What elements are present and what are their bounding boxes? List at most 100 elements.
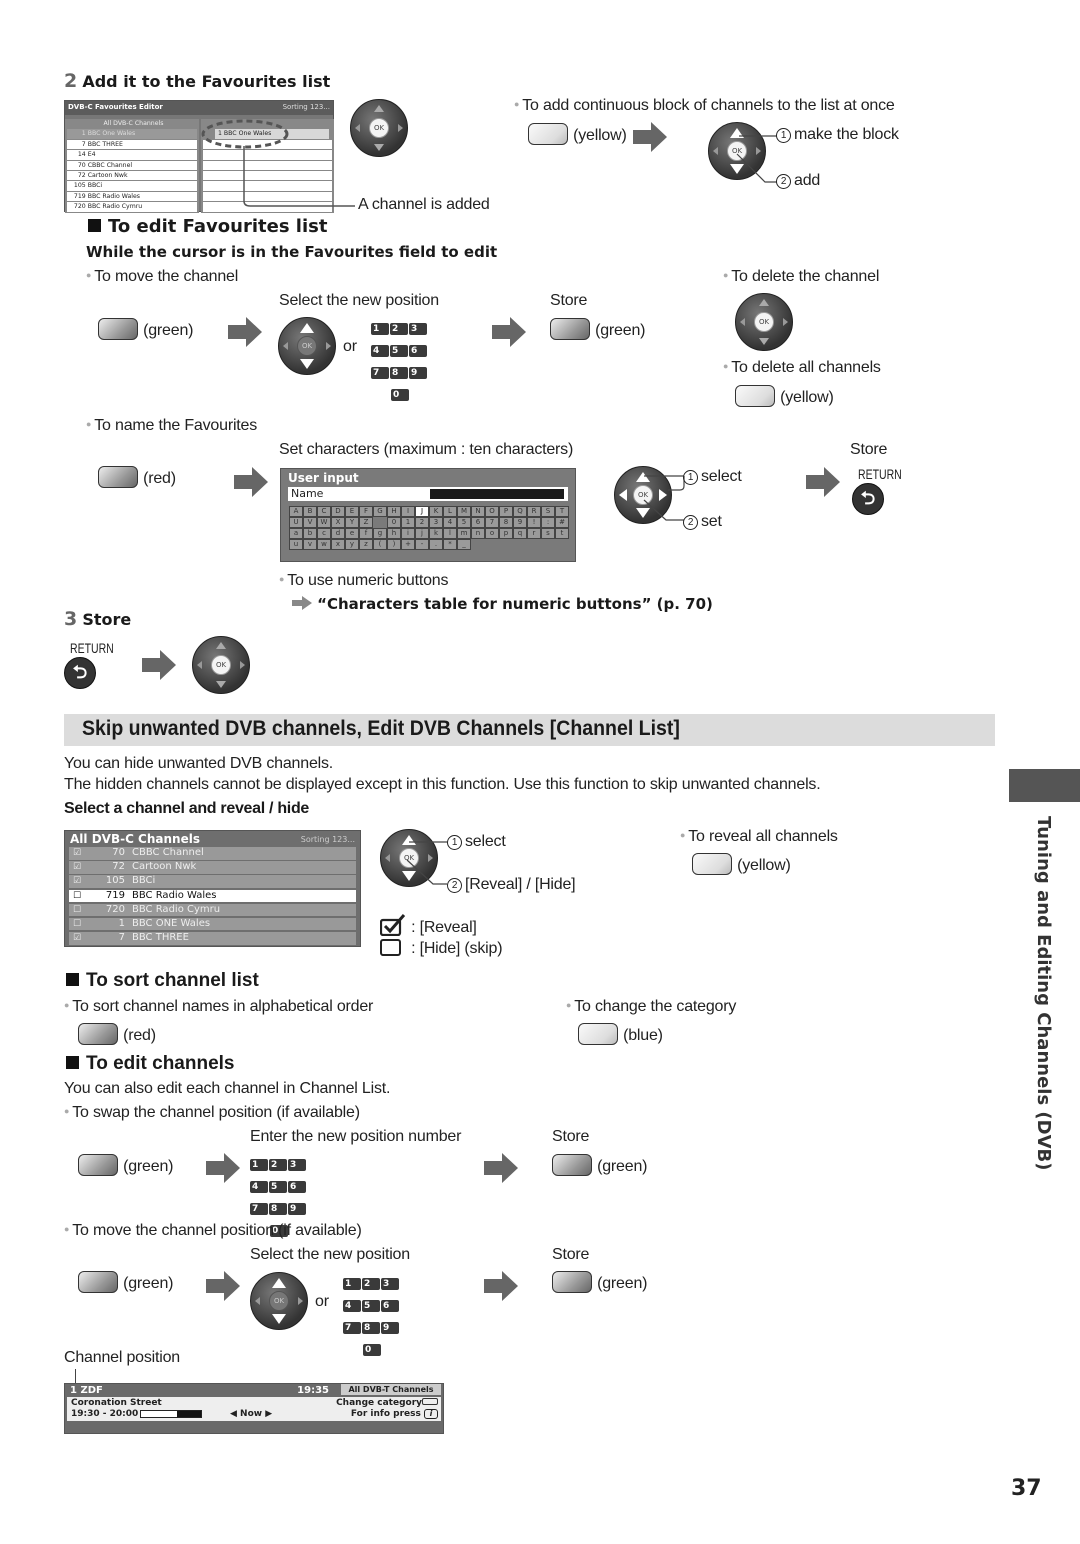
keyboard-key[interactable]: C — [317, 506, 331, 517]
checkbox-empty-icon[interactable]: ☐ — [69, 904, 99, 917]
channel-row[interactable]: 70 CBBC Channel — [67, 160, 197, 170]
keyboard-key[interactable]: 8 — [499, 517, 513, 528]
numeric-key[interactable]: 8 — [269, 1203, 287, 1215]
keyboard-key[interactable]: ( — [373, 539, 387, 550]
keyboard-key[interactable]: k — [429, 528, 443, 539]
keyboard-key[interactable]: A — [289, 506, 303, 517]
channel-row[interactable]: 7 BBC THREE — [67, 139, 197, 150]
keyboard-key[interactable]: x — [331, 539, 345, 550]
checkbox-checked-icon[interactable]: ☑ — [69, 861, 99, 874]
keyboard-key[interactable]: Z — [359, 517, 373, 528]
keyboard-key[interactable]: N — [471, 506, 485, 517]
green-button[interactable] — [78, 1271, 118, 1293]
numeric-key[interactable]: 5 — [390, 345, 408, 357]
keyboard-key[interactable]: + — [401, 539, 415, 550]
keyboard-key[interactable]: c — [317, 528, 331, 539]
keyboard-key[interactable]: G — [373, 506, 387, 517]
numeric-key[interactable]: 8 — [390, 367, 408, 379]
green-button[interactable] — [552, 1271, 592, 1293]
numeric-key[interactable]: 4 — [343, 1300, 361, 1312]
checkbox-empty-icon[interactable]: ☐ — [69, 918, 99, 931]
channel-row[interactable]: 719 BBC Radio Wales — [67, 191, 197, 202]
yellow-button[interactable] — [692, 853, 732, 875]
yellow-button[interactable] — [528, 123, 568, 145]
keyboard-key[interactable]: P — [499, 506, 513, 517]
blue-button[interactable] — [578, 1023, 618, 1045]
keyboard-key[interactable]: b — [303, 528, 317, 539]
channel-row[interactable]: 14 E4 — [67, 150, 197, 160]
numeric-key[interactable]: 7 — [343, 1322, 361, 1334]
channel-row[interactable]: 105 BBCi — [67, 181, 197, 191]
keyboard-key[interactable]: # — [555, 517, 569, 528]
numeric-keypad[interactable]: 123 456 7890 — [343, 1271, 407, 1359]
dpad-ok-button[interactable]: OK — [250, 1272, 308, 1330]
return-button[interactable]: ⮌ — [852, 483, 884, 515]
keyboard-key[interactable]: J — [415, 506, 429, 517]
return-button[interactable]: ⮌ — [64, 657, 96, 689]
channel-row[interactable]: ☑ 7 BBC THREE — [69, 932, 356, 945]
keyboard-key[interactable]: 1 — [401, 517, 415, 528]
numeric-key[interactable]: 6 — [288, 1181, 306, 1193]
keyboard-key[interactable]: w — [317, 539, 331, 550]
keyboard-key[interactable]: _ — [457, 539, 471, 550]
checkbox-checked-icon[interactable]: ☑ — [69, 875, 99, 888]
keyboard-key[interactable]: B — [303, 506, 317, 517]
keyboard-key[interactable]: S — [541, 506, 555, 517]
keyboard-key[interactable]: p — [499, 528, 513, 539]
channel-row[interactable]: ☐ 720 BBC Radio Cymru — [69, 903, 356, 917]
keyboard-key[interactable]: n — [471, 528, 485, 539]
green-button[interactable] — [552, 1154, 592, 1176]
keyboard-key[interactable]: Y — [345, 517, 359, 528]
green-button[interactable] — [98, 318, 138, 340]
numeric-key[interactable]: 5 — [362, 1300, 380, 1312]
now-navigator[interactable]: ◀ Now ▶ — [230, 1409, 272, 1419]
numeric-key[interactable]: 5 — [269, 1181, 287, 1193]
keyboard-key[interactable]: 2 — [415, 517, 429, 528]
numeric-key[interactable]: 8 — [362, 1322, 380, 1334]
numeric-key[interactable]: 3 — [288, 1159, 306, 1171]
numeric-key[interactable]: 0 — [363, 1344, 381, 1356]
keyboard-key[interactable]: i — [401, 528, 415, 539]
keyboard-key[interactable]: : — [541, 517, 555, 528]
keyboard-key[interactable]: D — [331, 506, 345, 517]
channel-row[interactable]: ☑ 105 BBCi — [69, 875, 356, 888]
numeric-key[interactable]: 9 — [288, 1203, 306, 1215]
keyboard-key[interactable]: Q — [513, 506, 527, 517]
channel-row[interactable]: 1 BBC One Wales — [67, 129, 197, 139]
numeric-key[interactable]: 6 — [409, 345, 427, 357]
keyboard-key[interactable]: F — [359, 506, 373, 517]
dpad-ok-button[interactable]: OK — [192, 636, 250, 694]
keyboard-key[interactable]: E — [345, 506, 359, 517]
channel-row[interactable]: ☑ 70 CBBC Channel — [69, 847, 356, 860]
channel-row[interactable]: ☐ 719 BBC Radio Wales — [69, 889, 356, 903]
keyboard-key[interactable]: j — [415, 528, 429, 539]
numeric-key[interactable]: 2 — [362, 1278, 380, 1290]
keyboard-key[interactable]: - — [415, 539, 429, 550]
keyboard-key[interactable]: 4 — [443, 517, 457, 528]
keyboard-key[interactable]: o — [485, 528, 499, 539]
channel-row[interactable]: 72 Cartoon Nwk — [67, 170, 197, 181]
channel-row[interactable]: 720 BBC Radio Cymru — [67, 202, 197, 212]
numeric-key[interactable]: 3 — [381, 1278, 399, 1290]
keyboard-key[interactable]: H — [387, 506, 401, 517]
red-button[interactable] — [98, 466, 138, 488]
dpad-ok-button[interactable]: OK — [278, 317, 336, 375]
keyboard-key[interactable]: R — [527, 506, 541, 517]
keyboard-key[interactable]: ! — [527, 517, 541, 528]
numeric-key[interactable]: 1 — [250, 1159, 268, 1171]
green-button[interactable] — [78, 1154, 118, 1176]
numeric-key[interactable]: 9 — [409, 367, 427, 379]
numeric-key[interactable]: 9 — [381, 1322, 399, 1334]
keyboard-key[interactable]: 5 — [457, 517, 471, 528]
numeric-key[interactable]: 4 — [371, 345, 389, 357]
keyboard-key[interactable]: u — [289, 539, 303, 550]
keyboard-key[interactable]: z — [359, 539, 373, 550]
keyboard-key[interactable]: W — [317, 517, 331, 528]
keyboard-key[interactable]: X — [331, 517, 345, 528]
keyboard-key[interactable]: T — [555, 506, 569, 517]
numeric-keypad[interactable]: 123 456 7890 — [371, 316, 435, 404]
numeric-key[interactable]: 4 — [250, 1181, 268, 1193]
keyboard-key[interactable]: h — [387, 528, 401, 539]
channel-row[interactable]: ☑ 72 Cartoon Nwk — [69, 861, 356, 874]
numeric-key[interactable]: 7 — [250, 1203, 268, 1215]
